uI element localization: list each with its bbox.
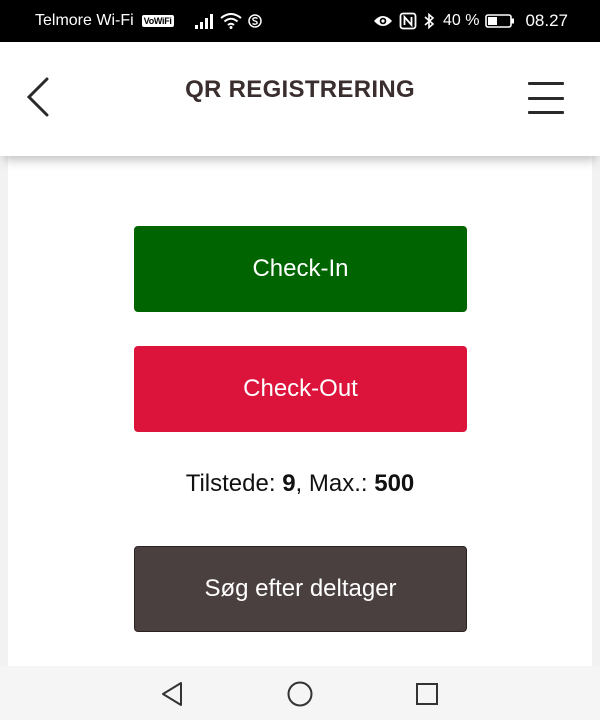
status-bar-left: Telmore Wi-Fi VoWiFi (35, 12, 262, 30)
battery-icon (485, 13, 515, 29)
wifi-icon (220, 13, 242, 29)
hamburger-menu-icon (528, 82, 564, 85)
max-label: , Max.: (295, 470, 375, 497)
menu-button[interactable] (524, 78, 568, 118)
present-label: Tilstede: (185, 470, 283, 497)
vowifi-badge: VoWiFi (141, 15, 174, 27)
nav-home-button[interactable] (278, 672, 322, 716)
carrier-name: Telmore Wi-Fi (35, 12, 134, 29)
data-saver-icon (247, 13, 262, 29)
nav-recents-button[interactable] (405, 672, 449, 716)
hamburger-menu-icon-bar (528, 111, 564, 114)
max-count: 500 (374, 470, 415, 497)
app-header: QR REGISTRERING (0, 42, 600, 156)
main-content: Check-In Check-Out Tilstede: 9, Max.: 50… (8, 156, 592, 666)
search-participant-button[interactable]: Søg efter deltager (134, 546, 467, 632)
check-out-button[interactable]: Check-Out (134, 346, 467, 432)
status-bar: Telmore Wi-Fi VoWiFi 40 % 08.27 (0, 0, 600, 42)
bluetooth-icon (423, 12, 435, 30)
page-title: QR REGISTRERING (185, 76, 415, 103)
present-count: 9 (282, 470, 296, 497)
clock: 08.27 (525, 11, 568, 30)
nav-back-button[interactable] (150, 672, 194, 716)
battery-percent: 40 % (442, 12, 480, 29)
navigation-bar (0, 666, 600, 720)
circle-home-icon (287, 681, 313, 707)
check-in-button[interactable]: Check-In (134, 226, 467, 312)
app-screen: Telmore Wi-Fi VoWiFi 40 % 08.27 QR REGIS… (0, 0, 600, 720)
attendance-summary: Tilstede: 9, Max.: 500 (8, 470, 592, 498)
signal-icon (194, 13, 214, 29)
triangle-back-icon (162, 682, 182, 706)
eye-icon (373, 14, 393, 28)
nfc-icon (399, 12, 417, 30)
hamburger-menu-icon-bar (528, 96, 564, 100)
square-recents-icon (416, 683, 438, 705)
status-bar-right: 40 % 08.27 (373, 11, 568, 31)
